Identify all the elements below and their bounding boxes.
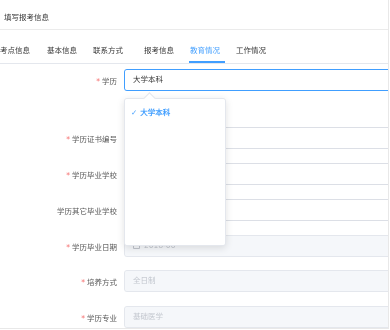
- tab-application-info[interactable]: 报考信息: [144, 45, 174, 56]
- required-mark: *: [96, 77, 100, 86]
- check-icon: ✓: [131, 108, 138, 117]
- study-mode-label: * 培养方式: [81, 278, 117, 287]
- tab-bar: 考点信息 基本信息 联系方式 报考信息 教育情况 工作情况: [0, 36, 388, 64]
- major-input[interactable]: 基础医学: [124, 306, 388, 328]
- tab-education[interactable]: 教育情况: [190, 45, 220, 56]
- education-select[interactable]: 大学本科: [124, 69, 388, 91]
- tab-basic-info[interactable]: 基本信息: [47, 45, 77, 56]
- required-mark: *: [66, 171, 70, 180]
- education-dropdown: ✓ 大学本科: [124, 92, 226, 246]
- other-school-label: 学历其它毕业学校: [57, 207, 117, 216]
- page-title: 填写报考信息: [4, 13, 49, 22]
- tab-bar-divider: [0, 63, 388, 64]
- required-mark: *: [81, 314, 85, 323]
- graduate-date-label: * 学历毕业日期: [66, 243, 117, 252]
- major-label: * 学历专业: [81, 314, 117, 323]
- required-mark: *: [66, 243, 70, 252]
- title-divider: [0, 29, 388, 30]
- tab-contact[interactable]: 联系方式: [93, 45, 123, 56]
- certificate-no-label: * 学历证书编号: [66, 135, 117, 144]
- option-label: 大学本科: [140, 108, 171, 117]
- form-panel: 填写报考信息 考点信息 基本信息 联系方式 报考信息 教育情况 工作情况 * 学历…: [0, 0, 389, 329]
- education-label: * 学历: [96, 77, 117, 86]
- dropdown-option-bachelor[interactable]: ✓ 大学本科: [131, 107, 170, 118]
- study-mode-select[interactable]: 全日制: [124, 270, 388, 292]
- required-mark: *: [66, 135, 70, 144]
- dropdown-arrow: [143, 92, 156, 105]
- tab-exam-site[interactable]: 考点信息: [0, 45, 30, 56]
- tab-work[interactable]: 工作情况: [236, 45, 266, 56]
- graduate-school-label: * 学历毕业学校: [66, 171, 117, 180]
- required-mark: *: [81, 278, 85, 287]
